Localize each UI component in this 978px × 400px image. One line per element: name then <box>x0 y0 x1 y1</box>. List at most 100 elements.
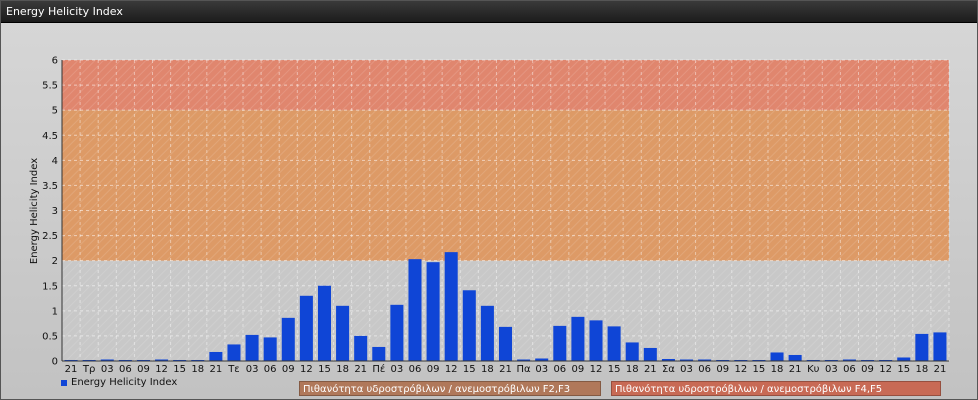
y-axis-ticks: 0 0.5 1 1.5 2 2.5 3 3.5 4 4.5 5 5.5 6 <box>42 56 58 368</box>
bar[interactable] <box>390 304 404 361</box>
y-axis-label: Energy Helicity Index <box>29 158 40 264</box>
x-tick-label: 18 <box>771 364 784 375</box>
x-tick-label: 15 <box>463 364 476 375</box>
y-tick-label: 5 <box>52 106 58 117</box>
x-tick-label: 21 <box>499 364 512 375</box>
chart-window: Energy Helicity Index 0 0.5 1 1.5 2 2.5 3 3.5 4 4… <box>0 0 978 400</box>
y-tick-label: 3.5 <box>42 181 58 192</box>
x-tick-label: Πα <box>517 364 532 375</box>
y-tick-label: 3 <box>52 206 58 217</box>
bar[interactable] <box>589 320 603 361</box>
bar[interactable] <box>354 335 368 361</box>
y-tick-label: 4 <box>52 156 58 167</box>
zone-legend-f2f3: Πιθανότητα υδροστρόβιλων / ανεμοστρόβιλω… <box>299 381 601 396</box>
bar[interactable] <box>336 305 350 361</box>
x-tick-label: 12 <box>879 364 892 375</box>
x-tick-label: 09 <box>282 364 295 375</box>
x-tick-label: Κυ <box>807 364 820 375</box>
bar[interactable] <box>625 342 639 361</box>
x-tick-label: 18 <box>481 364 494 375</box>
y-tick-label: 1.5 <box>42 281 58 292</box>
bar[interactable] <box>317 285 331 361</box>
x-tick-label: 06 <box>843 364 856 375</box>
y-tick-label: 0 <box>52 357 58 368</box>
series-legend-label: Energy Helicity Index <box>71 377 178 388</box>
series-legend[interactable]: Energy Helicity Index <box>61 377 177 388</box>
x-tick-label: 09 <box>572 364 585 375</box>
x-tick-label: 12 <box>445 364 458 375</box>
y-tick-label: 4.5 <box>42 131 58 142</box>
x-tick-label: 03 <box>246 364 259 375</box>
bar[interactable] <box>643 347 657 361</box>
bar[interactable] <box>553 325 567 361</box>
x-tick-label: Τε <box>227 364 240 375</box>
x-tick-label: 21 <box>644 364 657 375</box>
x-tick-label: 03 <box>391 364 404 375</box>
y-tick-label: 6 <box>52 56 58 67</box>
x-tick-label: 06 <box>698 364 711 375</box>
x-tick-label: 21 <box>934 364 947 375</box>
x-tick-label: 12 <box>590 364 603 375</box>
bar[interactable] <box>227 344 241 361</box>
x-tick-label: Τρ <box>82 364 95 375</box>
x-tick-label: 18 <box>915 364 928 375</box>
x-axis-ticks: 21 Τρ 03 06 09 12 15 18 21 Τε 03 06 09 12 15 18 21 Πέ 03 06… <box>65 363 947 375</box>
x-tick-label: 21 <box>354 364 367 375</box>
bar[interactable] <box>571 316 585 361</box>
x-tick-label: 03 <box>680 364 693 375</box>
x-tick-label: 09 <box>137 364 150 375</box>
x-tick-label: Σα <box>662 364 675 375</box>
bar[interactable] <box>263 337 277 361</box>
x-tick-label: 12 <box>300 364 313 375</box>
bar[interactable] <box>209 351 223 361</box>
bar[interactable] <box>408 259 422 361</box>
zone-legend-f4f5: Πιθανότητα υδροστρόβιλων / ανεμοστρόβιλω… <box>611 381 941 396</box>
bar[interactable] <box>933 332 947 361</box>
bar[interactable] <box>444 252 458 361</box>
series-swatch <box>61 379 67 386</box>
x-tick-label: 09 <box>427 364 440 375</box>
x-tick-label: 06 <box>409 364 422 375</box>
bar[interactable] <box>281 317 295 361</box>
bar[interactable] <box>245 334 259 361</box>
x-tick-label: 21 <box>789 364 802 375</box>
x-tick-label: 12 <box>734 364 747 375</box>
x-tick-label: 03 <box>535 364 548 375</box>
x-tick-label: 09 <box>716 364 729 375</box>
x-tick-label: 21 <box>65 364 78 375</box>
x-tick-label: 21 <box>210 364 223 375</box>
x-tick-label: 03 <box>101 364 114 375</box>
bar[interactable] <box>770 352 784 361</box>
x-tick-label: 15 <box>318 364 331 375</box>
ehi-chart: 0 0.5 1 1.5 2 2.5 3 3.5 4 4.5 5 5.5 6 21 Τρ 03 06 09 12 15… <box>29 56 950 375</box>
bar[interactable] <box>788 354 802 361</box>
x-tick-label: 15 <box>608 364 621 375</box>
x-tick-label: Πέ <box>372 363 385 375</box>
x-tick-label: 03 <box>825 364 838 375</box>
y-tick-label: 2.5 <box>42 231 58 242</box>
x-tick-label: 06 <box>119 364 132 375</box>
bar[interactable] <box>915 333 929 361</box>
bar[interactable] <box>462 290 476 361</box>
x-tick-label: 06 <box>264 364 277 375</box>
x-tick-label: 18 <box>191 364 204 375</box>
y-tick-label: 5.5 <box>42 81 58 92</box>
y-tick-label: 2 <box>52 256 58 267</box>
bar[interactable] <box>480 305 494 361</box>
bar[interactable] <box>299 295 313 361</box>
x-tick-label: 15 <box>897 364 910 375</box>
bar[interactable] <box>607 326 621 361</box>
y-tick-label: 0.5 <box>42 331 58 342</box>
x-tick-label: 06 <box>553 364 566 375</box>
x-tick-label: 15 <box>173 364 186 375</box>
x-tick-label: 18 <box>626 364 639 375</box>
x-tick-label: 09 <box>861 364 874 375</box>
bar[interactable] <box>372 346 386 361</box>
bar[interactable] <box>897 357 911 361</box>
x-tick-label: 15 <box>753 364 766 375</box>
x-tick-label: 12 <box>155 364 168 375</box>
x-tick-label: 18 <box>336 364 349 375</box>
y-tick-label: 1 <box>52 306 58 317</box>
bar[interactable] <box>498 326 513 361</box>
bar[interactable] <box>426 262 440 361</box>
